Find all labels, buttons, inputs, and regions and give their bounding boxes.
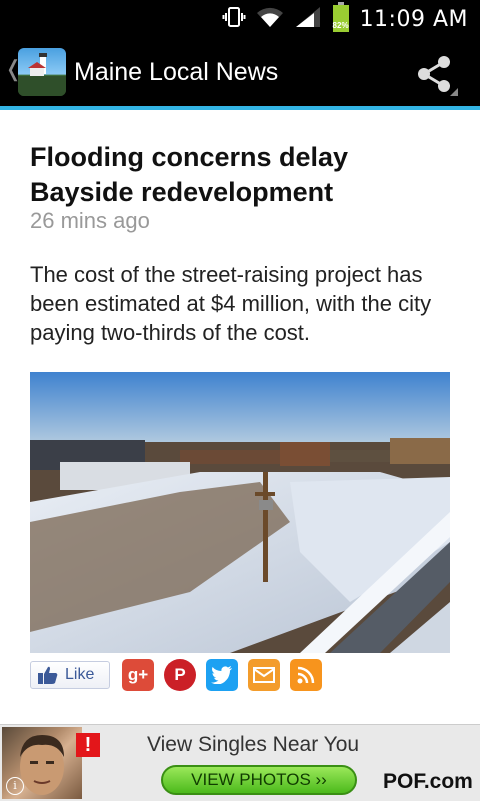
vibrate-icon bbox=[222, 5, 246, 34]
status-bar: 82% 11:09 AM bbox=[0, 0, 480, 38]
share-button[interactable] bbox=[412, 52, 460, 96]
article-summary: The cost of the street-raising project h… bbox=[30, 262, 432, 345]
pinterest-icon[interactable]: P bbox=[164, 659, 196, 691]
wifi-icon bbox=[256, 5, 284, 34]
ad-headline[interactable]: View Singles Near You bbox=[147, 733, 359, 757]
ad-alert-badge: ! bbox=[76, 733, 100, 757]
facebook-like-button[interactable]: Like bbox=[30, 661, 110, 689]
ad-view-photos-button[interactable]: VIEW PHOTOS ›› bbox=[161, 765, 357, 795]
ad-info-icon[interactable]: i bbox=[6, 777, 24, 795]
email-icon[interactable] bbox=[248, 659, 280, 691]
battery-icon: 82% bbox=[332, 1, 350, 37]
article-photo[interactable] bbox=[30, 372, 450, 653]
twitter-icon[interactable] bbox=[206, 659, 238, 691]
rss-icon[interactable] bbox=[290, 659, 322, 691]
google-plus-icon[interactable]: g+ bbox=[122, 659, 154, 691]
social-share-bar: Like g+ P bbox=[30, 658, 322, 692]
battery-level: 82% bbox=[332, 20, 349, 30]
ad-brand-logo[interactable]: POF.com bbox=[383, 770, 473, 794]
signal-icon bbox=[294, 5, 322, 34]
app-title: Maine Local News bbox=[74, 58, 279, 86]
like-label: Like bbox=[65, 666, 95, 683]
app-logo[interactable] bbox=[18, 48, 66, 96]
article-headline[interactable]: Flooding concerns delay Bayside redevelo… bbox=[30, 140, 450, 210]
action-bar-divider bbox=[0, 106, 480, 110]
share-icon bbox=[418, 56, 458, 96]
clock: 11:09 AM bbox=[359, 6, 468, 32]
article-timestamp: 26 mins ago bbox=[30, 208, 150, 233]
thumbs-up-icon bbox=[38, 666, 58, 684]
